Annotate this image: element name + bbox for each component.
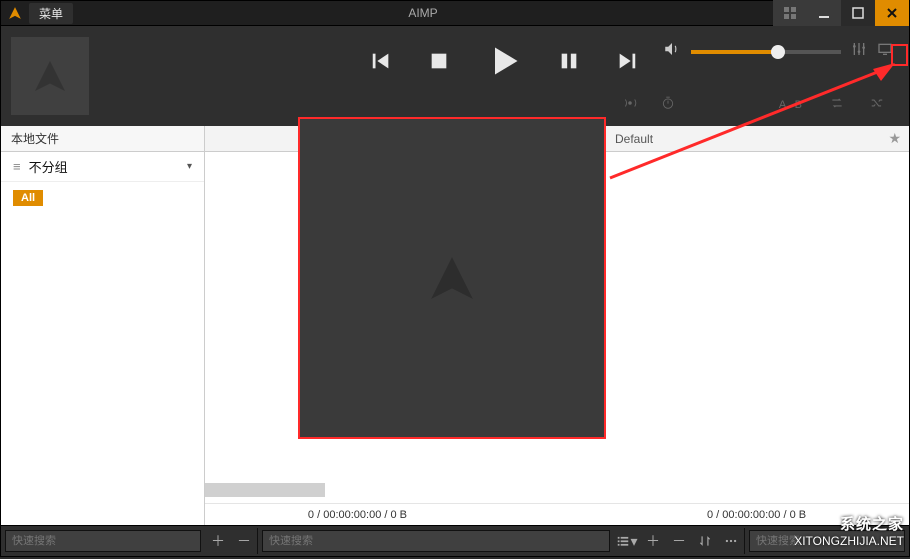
status-left: 0 / 00:00:00:00 / 0 B bbox=[308, 509, 407, 521]
library-search-input[interactable] bbox=[12, 535, 194, 547]
playlist-panel: Default ★ 0 / 00:00:00:00 / 0 B 0 / 00:0… bbox=[205, 126, 909, 525]
library-panel: 本地文件 ≡ 不分组 ▾ All bbox=[1, 126, 205, 525]
add-button[interactable]: ＋ bbox=[205, 528, 231, 554]
footer-search-3[interactable] bbox=[749, 530, 905, 552]
sort-icon[interactable] bbox=[692, 528, 718, 554]
playlist-search-input[interactable] bbox=[269, 535, 603, 547]
close-button[interactable] bbox=[875, 0, 909, 26]
volume-slider[interactable] bbox=[691, 50, 841, 54]
favorite-icon[interactable]: ★ bbox=[888, 130, 901, 147]
footer-bar: ＋ － ▾ ＋ － bbox=[0, 526, 910, 557]
window-title: AIMP bbox=[73, 6, 773, 20]
status-row: 0 / 00:00:00:00 / 0 B 0 / 00:00:00:00 / … bbox=[205, 503, 909, 525]
menu-button[interactable]: 菜单 bbox=[29, 3, 73, 24]
status-right: 0 / 00:00:00:00 / 0 B bbox=[707, 509, 806, 521]
stop-button[interactable] bbox=[428, 50, 450, 72]
more-icon[interactable] bbox=[718, 528, 744, 554]
next-button[interactable] bbox=[616, 50, 638, 72]
horizontal-scrollbar[interactable] bbox=[205, 483, 325, 497]
play-button[interactable] bbox=[486, 43, 522, 79]
equalizer-icon[interactable] bbox=[851, 41, 867, 62]
radio-icon[interactable] bbox=[623, 96, 637, 115]
volume-icon[interactable] bbox=[663, 40, 681, 63]
library-search[interactable] bbox=[5, 530, 201, 552]
footer-search-3-input[interactable] bbox=[756, 535, 898, 547]
list-icon: ≡ bbox=[13, 159, 21, 174]
titlebar: 菜单 AIMP bbox=[0, 0, 910, 26]
visualization-icon[interactable] bbox=[877, 41, 893, 62]
playlist-search[interactable] bbox=[262, 530, 610, 552]
chevron-down-icon: ▾ bbox=[187, 161, 192, 172]
previous-button[interactable] bbox=[370, 50, 392, 72]
timer-icon[interactable] bbox=[661, 96, 675, 115]
maximize-button[interactable] bbox=[841, 0, 875, 26]
library-tab[interactable]: 本地文件 bbox=[1, 126, 204, 152]
minimize-button[interactable] bbox=[807, 0, 841, 26]
album-art-placeholder bbox=[11, 37, 89, 115]
view-list-icon[interactable]: ▾ bbox=[614, 528, 640, 554]
group-selector[interactable]: ≡ 不分组 ▾ bbox=[1, 152, 204, 182]
ab-repeat-label[interactable]: A B bbox=[779, 99, 805, 111]
playlist-add-button[interactable]: ＋ bbox=[640, 528, 666, 554]
filter-all-chip[interactable]: All bbox=[13, 190, 43, 206]
compact-view-icon[interactable] bbox=[773, 0, 807, 26]
library-list[interactable] bbox=[1, 214, 204, 525]
pause-button[interactable] bbox=[558, 50, 580, 72]
playlist-remove-button[interactable]: － bbox=[666, 528, 692, 554]
group-label: 不分组 bbox=[29, 157, 68, 176]
playlist-tab[interactable]: Default bbox=[615, 132, 653, 146]
playlist-body[interactable] bbox=[205, 152, 909, 503]
remove-button[interactable]: － bbox=[231, 528, 257, 554]
shuffle-icon[interactable] bbox=[869, 96, 885, 115]
main-area: 本地文件 ≡ 不分组 ▾ All Default ★ 0 / 00:00:00:… bbox=[0, 126, 910, 526]
repeat-icon[interactable] bbox=[829, 96, 845, 115]
app-logo-icon bbox=[7, 5, 23, 21]
player-panel: A B bbox=[0, 26, 910, 126]
